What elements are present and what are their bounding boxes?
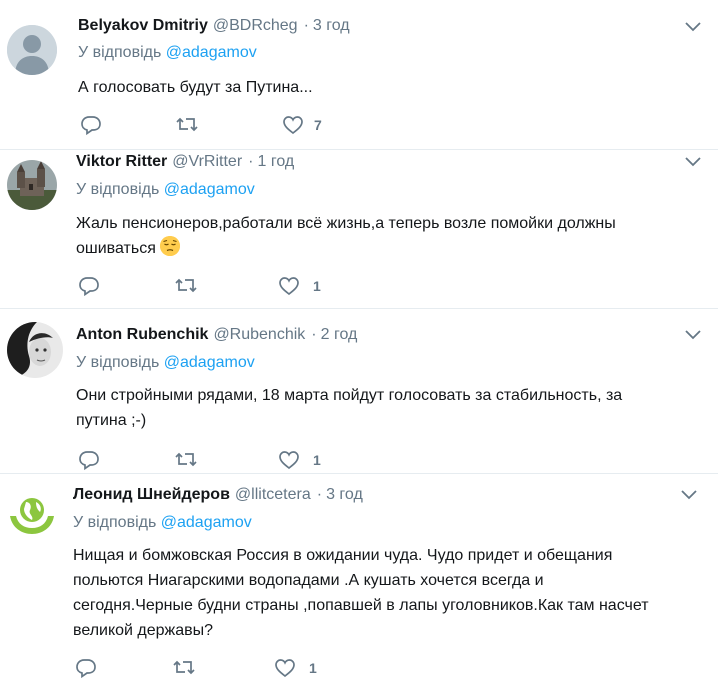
heart-icon bbox=[275, 659, 295, 678]
tweet-text: Нищая и бомжовская Россия в ожидании чуд… bbox=[73, 543, 649, 643]
reply-context: У відповідь @adagamov bbox=[76, 181, 255, 199]
user-handle[interactable]: @llitcetera bbox=[235, 486, 311, 504]
tweet-text-line: польются Ниагарскими водопадами .А кушат… bbox=[73, 572, 544, 589]
reply-button[interactable] bbox=[75, 657, 97, 679]
timestamp[interactable]: 1 год bbox=[257, 153, 294, 171]
user-name[interactable]: Viktor Ritter bbox=[76, 153, 167, 171]
comment-icon bbox=[76, 659, 96, 679]
retweet-button[interactable] bbox=[175, 114, 199, 136]
tweet-text-line: Жаль пенсионеров,работали всё жизнь,а те… bbox=[76, 215, 616, 232]
separator-dot: · bbox=[303, 17, 309, 34]
castle-photo-avatar[interactable] bbox=[7, 160, 57, 210]
reply-prefix: У відповідь bbox=[76, 354, 160, 371]
tweet-text-line: ошиваться bbox=[76, 236, 616, 261]
tweet-text-line: А голосовать будут за Путина... bbox=[78, 79, 313, 96]
tweet-reply[interactable]: Леонид Шнейдеров @llitcetera · 3 год У в… bbox=[0, 474, 718, 685]
separator-dot: · bbox=[248, 153, 254, 170]
user-name[interactable]: Леонид Шнейдеров bbox=[73, 486, 230, 504]
retweet-icon bbox=[173, 660, 195, 675]
comment-icon bbox=[81, 116, 101, 136]
globe-hands-logo-avatar[interactable] bbox=[4, 488, 60, 544]
mention-link[interactable]: @adagamov bbox=[164, 354, 255, 371]
tweet-text: А голосовать будут за Путина... bbox=[78, 75, 313, 100]
reply-button[interactable] bbox=[78, 449, 100, 471]
chevron-down-icon[interactable] bbox=[684, 155, 702, 169]
separator-dot: · bbox=[311, 326, 317, 343]
user-name[interactable]: Belyakov Dmitriy bbox=[78, 17, 208, 35]
retweet-button[interactable] bbox=[172, 657, 196, 679]
retweet-icon bbox=[175, 278, 197, 293]
reply-context: У відповідь @adagamov bbox=[73, 514, 252, 532]
reply-prefix: У відповідь bbox=[76, 181, 160, 198]
comment-icon bbox=[79, 451, 99, 471]
timestamp[interactable]: 2 год bbox=[321, 326, 358, 344]
pensive-face-icon bbox=[160, 236, 181, 256]
reply-prefix: У відповідь bbox=[73, 514, 157, 531]
mention-link[interactable]: @adagamov bbox=[164, 181, 255, 198]
heart-icon bbox=[279, 277, 299, 296]
tweet-text-fragment: ошиваться bbox=[76, 240, 156, 257]
tweet-text-line: Нищая и бомжовская Россия в ожидании чуд… bbox=[73, 547, 613, 564]
user-handle[interactable]: @VrRitter bbox=[172, 153, 242, 171]
like-button[interactable] bbox=[278, 275, 300, 297]
tweet-text-line: сегодня.Черные будни страны ,попавшей в … bbox=[73, 597, 649, 614]
separator-dot: · bbox=[316, 486, 323, 503]
tweet-text: Они стройными рядами, 18 марта пойдут го… bbox=[76, 383, 622, 433]
reply-button[interactable] bbox=[78, 275, 100, 297]
tweet-reply[interactable]: Anton Rubenchik @Rubenchik · 2 год У від… bbox=[0, 309, 718, 473]
timestamp[interactable]: 3 год bbox=[313, 17, 350, 35]
heart-icon bbox=[279, 451, 299, 470]
user-handle[interactable]: @BDRcheg bbox=[213, 17, 298, 35]
mention-link[interactable]: @adagamov bbox=[161, 514, 252, 531]
tweet-text: Жаль пенсионеров,работали всё жизнь,а те… bbox=[76, 211, 616, 261]
like-count[interactable]: 1 bbox=[313, 449, 321, 471]
like-button[interactable] bbox=[282, 114, 304, 136]
retweet-icon bbox=[175, 452, 197, 467]
tweet-text-line: великой державы? bbox=[73, 622, 214, 639]
default-avatar-icon[interactable] bbox=[7, 25, 57, 75]
reply-context: У відповідь @adagamov bbox=[78, 44, 257, 62]
chevron-down-icon[interactable] bbox=[680, 488, 698, 502]
tweet-reply[interactable]: Viktor Ritter @VrRitter · 1 год У відпов… bbox=[0, 150, 718, 307]
like-button[interactable] bbox=[274, 657, 296, 679]
mention-link[interactable]: @adagamov bbox=[166, 44, 257, 61]
retweet-button[interactable] bbox=[174, 275, 198, 297]
retweet-icon bbox=[176, 117, 198, 132]
like-count[interactable]: 7 bbox=[314, 114, 322, 136]
comment-icon bbox=[79, 277, 99, 297]
reply-button[interactable] bbox=[80, 114, 102, 136]
heart-icon bbox=[283, 116, 303, 135]
tweet-reply[interactable]: Belyakov Dmitriy @BDRcheg · 3 год У відп… bbox=[0, 0, 718, 149]
tweet-text-line: путина ;-) bbox=[76, 412, 147, 429]
like-button[interactable] bbox=[278, 449, 300, 471]
portrait-photo-avatar[interactable] bbox=[7, 322, 63, 378]
chevron-down-icon[interactable] bbox=[684, 328, 702, 342]
retweet-button[interactable] bbox=[174, 449, 198, 471]
reply-prefix: У відповідь bbox=[78, 44, 162, 61]
chevron-down-icon[interactable] bbox=[684, 20, 702, 34]
like-count[interactable]: 1 bbox=[309, 657, 317, 679]
reply-context: У відповідь @adagamov bbox=[76, 354, 255, 372]
tweet-text-line: Они стройными рядами, 18 марта пойдут го… bbox=[76, 387, 623, 404]
timestamp[interactable]: 3 год bbox=[326, 486, 363, 504]
like-count[interactable]: 1 bbox=[313, 275, 321, 297]
user-name[interactable]: Anton Rubenchik bbox=[76, 326, 208, 344]
user-handle[interactable]: @Rubenchik bbox=[213, 326, 305, 344]
